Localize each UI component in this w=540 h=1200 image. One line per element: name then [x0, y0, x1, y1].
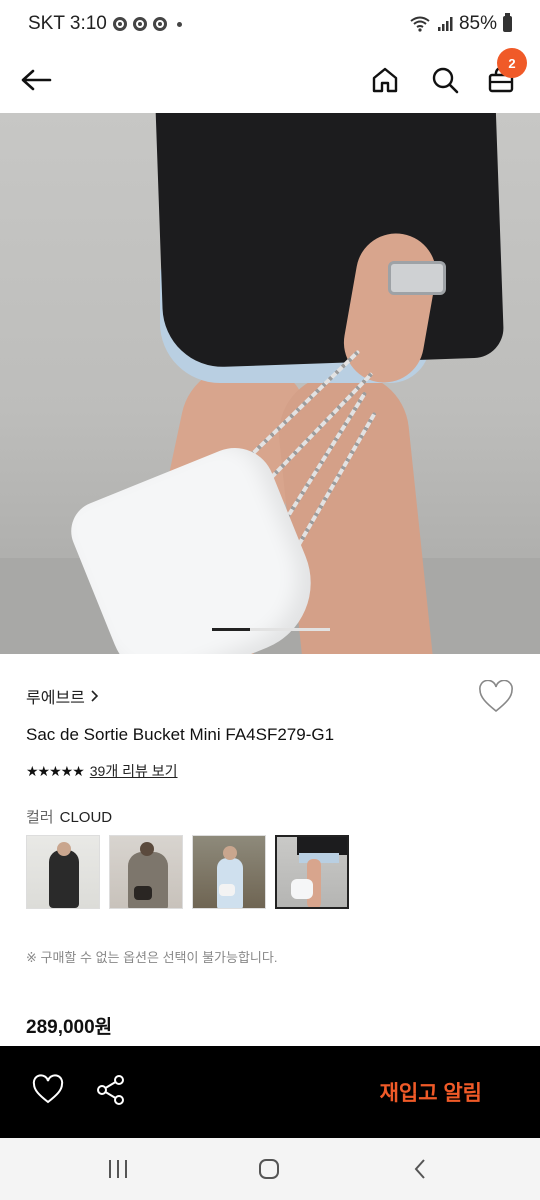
arrow-left-icon	[21, 69, 52, 91]
carrier-time: SKT 3:10	[28, 13, 107, 34]
color-options	[26, 835, 349, 909]
status-right: 85%	[409, 13, 512, 35]
app-header: 2	[0, 48, 540, 113]
system-nav-bar	[0, 1138, 540, 1200]
image-pager-indicator	[212, 628, 250, 631]
cart-button[interactable]: 2	[479, 48, 527, 102]
home-nav-button[interactable]	[249, 1154, 289, 1184]
search-button[interactable]	[423, 58, 467, 102]
chrome-notification-icon	[132, 17, 147, 31]
brand-name: 루에브르	[26, 690, 85, 707]
color-option-thumb[interactable]	[192, 835, 266, 909]
bottom-action-bar: 재입고 알림	[0, 1046, 540, 1138]
more-notifications-icon	[176, 21, 182, 27]
chevron-right-icon	[91, 690, 99, 702]
color-key: 컬러	[26, 809, 54, 826]
battery-percent: 85%	[458, 13, 497, 34]
share-icon[interactable]	[95, 1074, 127, 1106]
brand-link[interactable]: 루에브르	[26, 684, 99, 708]
color-option-thumb[interactable]	[109, 835, 183, 909]
status-bar: SKT 3:10 85%	[0, 0, 540, 50]
product-hero-image[interactable]	[0, 113, 540, 654]
home-button[interactable]	[363, 58, 407, 102]
chrome-notification-icon	[112, 17, 127, 31]
home-icon	[372, 67, 398, 93]
watch	[388, 261, 446, 295]
color-label: 컬러 CLOUD	[26, 806, 112, 827]
wishlist-heart-icon[interactable]	[478, 680, 514, 714]
review-link[interactable]: 39개 리뷰 보기	[90, 761, 178, 781]
status-left: SKT 3:10	[28, 13, 182, 35]
restock-alert-button[interactable]: 재입고 알림	[374, 1076, 488, 1108]
color-option-thumb-selected[interactable]	[275, 835, 349, 909]
back-nav-button[interactable]	[400, 1154, 440, 1184]
rating-row: ★★★★★ 39개 리뷰 보기	[26, 761, 178, 781]
heart-icon[interactable]	[32, 1074, 64, 1106]
battery-icon	[503, 13, 512, 32]
recent-apps-button[interactable]	[98, 1154, 138, 1184]
cart-count-badge: 2	[497, 48, 527, 78]
product-name: Sac de Sortie Bucket Mini FA4SF279-G1	[26, 725, 335, 744]
price: 289,000원	[26, 1017, 113, 1038]
wifi-icon	[410, 16, 430, 32]
color-value: CLOUD	[59, 809, 113, 826]
signal-icon	[437, 17, 453, 31]
chrome-notification-icon	[152, 17, 167, 31]
option-notice: ※ 구매할 수 없는 옵션은 선택이 불가능합니다.	[26, 950, 278, 965]
back-chevron-icon	[414, 1159, 425, 1179]
star-rating: ★★★★★	[26, 762, 85, 779]
back-button[interactable]	[14, 58, 58, 102]
color-option-thumb[interactable]	[26, 835, 100, 909]
search-icon	[432, 67, 459, 94]
recent-apps-icon	[109, 1160, 127, 1178]
home-circle-icon	[259, 1159, 279, 1179]
